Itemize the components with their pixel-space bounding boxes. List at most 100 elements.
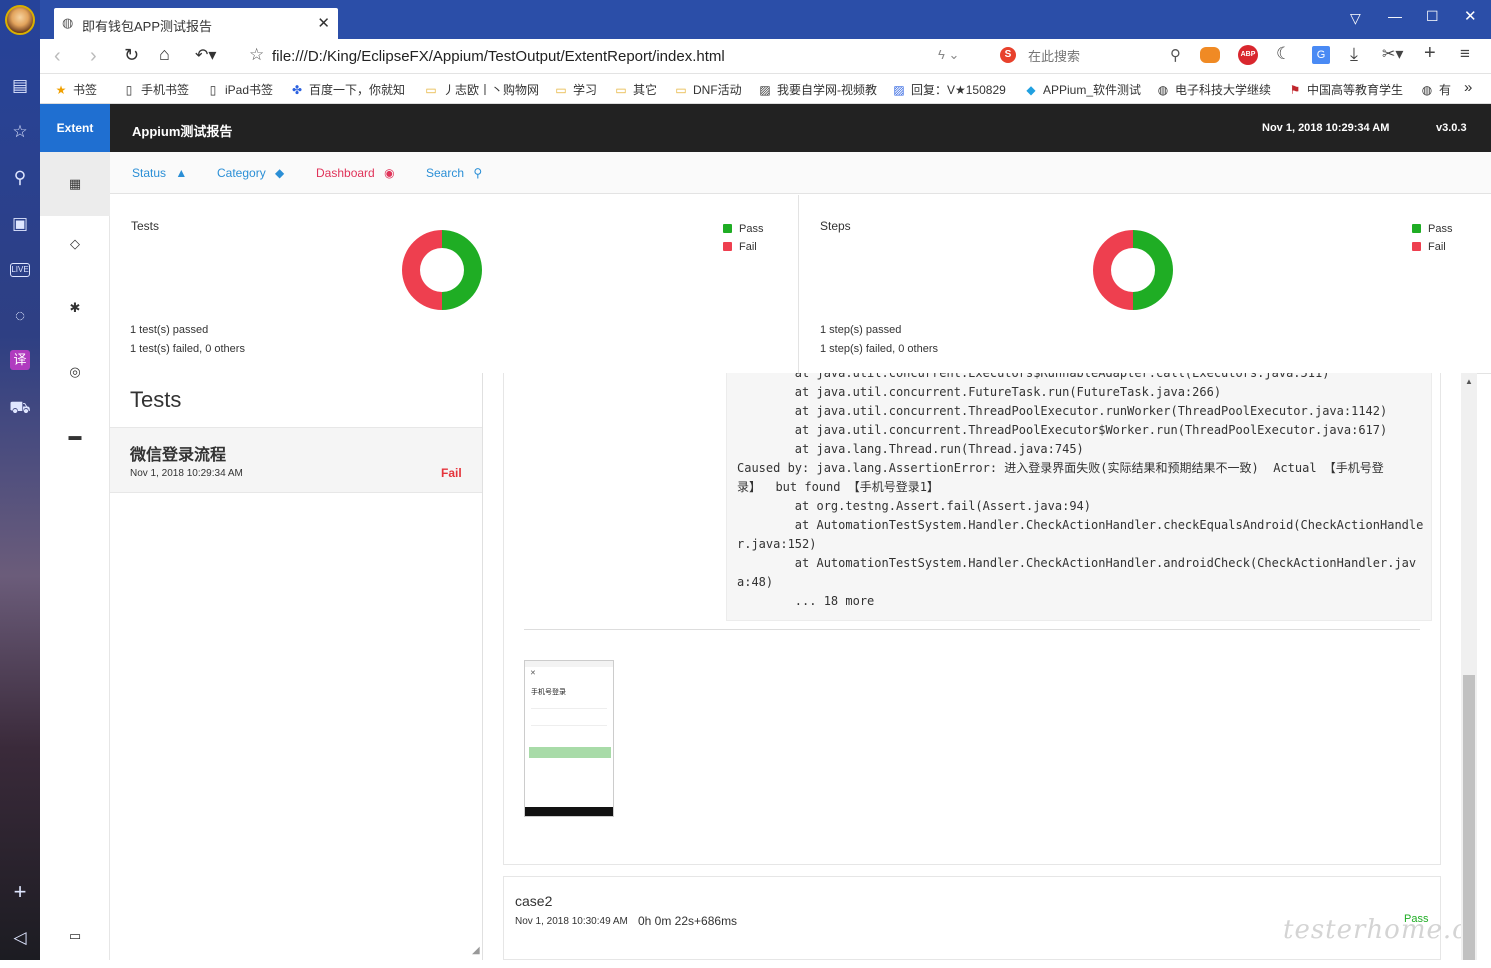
minimize-icon[interactable]: — [1388, 8, 1402, 24]
steps-summary-card: Steps Pass Fail 1 step(s) passed 1 step(… [800, 195, 1491, 373]
add-icon[interactable]: + [1424, 42, 1436, 65]
bookmark-star-icon[interactable]: ☆ [249, 45, 264, 65]
baidu-icon: ✤ [291, 83, 303, 97]
browser-left-sidebar: ▤ ☆ ⚲ ▣ LIVE ◌ 译 ⛟ + ◁ [0, 0, 40, 960]
bookmark-item[interactable]: ▯ iPad书签 [206, 81, 273, 98]
screenshot-thumbnail[interactable]: ✕ 手机号登录 [524, 660, 614, 817]
home-icon[interactable]: ⌂ [159, 44, 170, 65]
bookmark-item[interactable]: ◆ APPium_软件测试 [1024, 81, 1141, 98]
sogou-icon[interactable]: S [1000, 47, 1016, 63]
bookmark-item[interactable]: ★ 书签 [54, 81, 97, 98]
adblock-icon[interactable]: ABP [1238, 45, 1258, 65]
globe-icon: ◍ [1421, 83, 1433, 97]
translate-ext-icon[interactable]: G [1312, 46, 1330, 64]
download-icon[interactable]: ⤓ [1350, 44, 1358, 65]
more-bookmarks-icon[interactable]: » [1464, 79, 1472, 96]
stacktrace-line: at java.util.concurrent.ThreadPoolExecut… [737, 404, 1388, 418]
tag-icon[interactable]: ◇ [40, 212, 110, 276]
address-bar[interactable] [272, 45, 932, 67]
dashboard-view-icon[interactable]: ▦ [40, 152, 110, 216]
tab-title: 即有钱包APP测试报告 [82, 19, 213, 34]
dashboard-link[interactable]: Dashboard ◉ [316, 166, 395, 180]
game-icon[interactable] [1200, 47, 1220, 63]
live-icon[interactable]: LIVE [10, 263, 30, 277]
bookmark-item[interactable]: ▭ DNF活动 [674, 81, 741, 98]
stacktrace-line: at AutomationTestSystem.Handler.CheckAct… [737, 518, 1424, 532]
browser-tab[interactable]: ◍ 即有钱包APP测试报告 ✕ [54, 8, 338, 39]
status-filter[interactable]: Status ▲ [132, 166, 187, 180]
site-icon: ▨ [759, 83, 771, 97]
stacktrace-line: at java.util.concurrent.Executors$Runnab… [737, 373, 1330, 380]
maximize-icon[interactable]: ☐ [1426, 8, 1439, 25]
lightning-icon[interactable]: ϟ ⌄ [938, 47, 959, 63]
scroll-up-icon[interactable]: ▲ [1465, 377, 1473, 386]
night-mode-icon[interactable]: ☾ [1276, 44, 1291, 64]
close-tab-icon[interactable]: ✕ [317, 14, 330, 32]
cart-icon[interactable]: ⛟ [8, 396, 32, 420]
notes-icon[interactable]: ▤ [8, 74, 32, 98]
target-icon[interactable]: ◎ [40, 340, 110, 404]
legend-pass: Pass [1412, 223, 1452, 235]
new-tab-button[interactable]: + [306, 6, 319, 28]
report-datetime: Nov 1, 2018 10:29:34 AM [1262, 122, 1390, 134]
monitor-icon[interactable]: ▭ [40, 904, 110, 968]
video-icon[interactable]: ▣ [8, 212, 32, 236]
test-list-heading: Tests [130, 387, 182, 412]
add-icon[interactable]: + [8, 880, 32, 904]
bug-icon[interactable]: ✱ [40, 276, 110, 340]
navigation-bar: ‹ › ↻ ⌂ ↶▾ ☆ ϟ ⌄ S ⚲ ABP ☾ G ⤓ ✂▾ + ≡ [40, 39, 1491, 74]
bookmark-item[interactable]: ▭ 学习 [554, 81, 597, 98]
test-time: Nov 1, 2018 10:29:34 AM [130, 468, 243, 479]
collapse-sidebar-icon[interactable]: ◁ [8, 926, 32, 950]
bookmark-item[interactable]: ⚑ 中国高等教育学生 [1288, 81, 1403, 98]
cut-icon[interactable]: ✂▾ [1382, 44, 1403, 64]
search-input[interactable] [1028, 46, 1168, 66]
test-list-item[interactable]: 微信登录流程 Nov 1, 2018 10:29:34 AM Fail [110, 427, 482, 493]
undo-icon[interactable]: ↶▾ [195, 45, 216, 65]
bookmark-item[interactable]: ◍ 电子科技大学继续 [1156, 81, 1271, 98]
brand-logo[interactable]: Extent [40, 104, 110, 152]
tab-strip: ◍ 即有钱包APP测试报告 ✕ + ▽ — ☐ ✕ [40, 0, 1491, 39]
bookmark-item[interactable]: ◍ 有 [1420, 81, 1451, 98]
bookmark-item[interactable]: ▭ 其它 [614, 81, 657, 98]
pin-icon[interactable]: ▽ [1350, 10, 1361, 27]
forward-icon[interactable]: › [90, 45, 97, 68]
detail-content-box: at java.util.concurrent.Executors$Runnab… [503, 373, 1441, 865]
bookmark-item[interactable]: ▨ 我要自学网-视频教 [758, 81, 877, 98]
stacktrace-line: at java.lang.Thread.run(Thread.java:745) [737, 442, 1084, 456]
stacktrace-line: 录】 but found 【手机号登录1】 [737, 480, 939, 494]
vertical-scrollbar[interactable]: ▲ [1461, 373, 1477, 960]
star-icon[interactable]: ☆ [8, 120, 32, 144]
folder-icon[interactable]: ▬ [40, 404, 110, 468]
bookmark-item[interactable]: ▨ 回复：V★150829 [892, 81, 1005, 98]
warning-icon: ▲ [175, 166, 188, 180]
search-icon[interactable]: ⚲ [8, 166, 32, 190]
resize-handle-icon[interactable]: ◢ [472, 945, 480, 956]
report-version: v3.0.3 [1436, 122, 1467, 134]
scroll-thumb[interactable] [1463, 675, 1475, 960]
folder-icon: ▭ [675, 83, 687, 97]
folder-icon: ▭ [555, 83, 567, 97]
phone-field-line [531, 708, 607, 709]
bookmark-item[interactable]: ✤ 百度一下，你就知 [290, 81, 405, 98]
search-icon[interactable]: ⚲ [1170, 46, 1181, 64]
report-subnav: Status ▲ Category ◆ Dashboard ◉ Search ⚲ [110, 152, 1491, 194]
back-icon[interactable]: ‹ [54, 45, 61, 68]
close-window-icon[interactable]: ✕ [1464, 7, 1477, 25]
chat-icon[interactable]: ◌ [8, 304, 32, 328]
user-avatar[interactable] [5, 5, 35, 35]
divider [524, 629, 1420, 630]
translate-icon[interactable]: 译 [10, 350, 30, 370]
category-filter[interactable]: Category ◆ [217, 166, 284, 180]
bookmark-item[interactable]: ▯ 手机书签 [122, 81, 189, 98]
stacktrace-line: Caused by: java.lang.AssertionError: 进入登… [737, 461, 1384, 475]
search-link[interactable]: Search ⚲ [426, 166, 482, 180]
stacktrace-line: at java.util.concurrent.ThreadPoolExecut… [737, 423, 1388, 437]
report-title: Appium测试报告 [132, 124, 233, 139]
reload-icon[interactable]: ↻ [124, 45, 139, 66]
star-icon: ★ [55, 83, 67, 97]
bookmark-item[interactable]: ▭ 丿志欧丨丶购物网 [424, 81, 539, 98]
menu-icon[interactable]: ≡ [1460, 44, 1470, 64]
stacktrace-line: at java.util.concurrent.FutureTask.run(F… [737, 385, 1222, 399]
donut-slice-pass [1133, 230, 1173, 310]
